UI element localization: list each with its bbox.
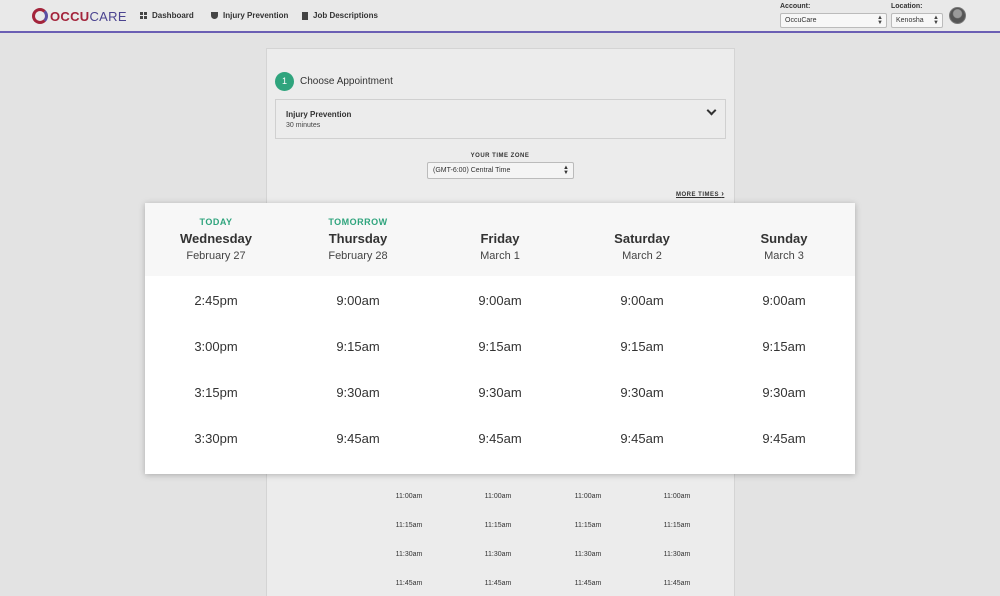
account-value: OccuCare <box>785 17 817 24</box>
chevron-down-icon <box>706 105 717 116</box>
step-number-badge: 1 <box>275 72 294 91</box>
time-slot[interactable]: 11:00am <box>379 493 439 500</box>
time-slot[interactable]: 11:30am <box>647 551 707 558</box>
dashboard-icon <box>140 12 147 19</box>
time-slot[interactable]: 9:15am <box>713 339 855 354</box>
time-slot[interactable]: 11:45am <box>379 580 439 587</box>
day-date: March 1 <box>480 250 520 262</box>
time-slot[interactable]: 9:45am <box>429 431 571 446</box>
logo-suffix: CARE <box>89 8 127 24</box>
time-slot[interactable]: 9:45am <box>571 431 713 446</box>
nav-job-descriptions[interactable]: Job Descriptions <box>302 11 378 20</box>
nav-injury-prevention[interactable]: Injury Prevention <box>211 11 288 20</box>
select-arrows-icon: ▲ ▼ <box>933 15 939 26</box>
time-slot[interactable]: 11:45am <box>647 580 707 587</box>
time-slot[interactable]: 9:15am <box>571 339 713 354</box>
logo-mark-icon <box>32 8 48 24</box>
document-icon <box>302 11 308 20</box>
nav-dashboard[interactable]: Dashboard <box>140 11 194 20</box>
location-value: Kenosha <box>896 17 924 24</box>
time-slot[interactable]: 11:00am <box>558 493 618 500</box>
select-arrows-icon: ▲ ▼ <box>877 15 883 26</box>
time-slot[interactable]: 11:15am <box>379 522 439 529</box>
day-date: February 28 <box>328 250 388 262</box>
day-name: Friday <box>480 231 520 246</box>
time-slot[interactable]: 9:15am <box>287 339 429 354</box>
account-select[interactable]: OccuCare ▲ ▼ <box>780 13 887 28</box>
location-select[interactable]: Kenosha ▲ ▼ <box>891 13 943 28</box>
day-name: Wednesday <box>179 231 252 246</box>
day-name: Thursday <box>328 231 388 246</box>
day-badge: TOMORROW <box>328 217 388 227</box>
timezone-select[interactable]: (GMT-6:00) Central Time ▲ ▼ <box>427 162 574 179</box>
time-slot[interactable]: 9:30am <box>713 385 855 400</box>
day-date: March 2 <box>622 250 662 262</box>
appointment-type-dropdown[interactable]: Injury Prevention 30 minutes <box>275 99 726 139</box>
nav-injury-prevention-label: Injury Prevention <box>223 11 289 20</box>
time-slot[interactable]: 9:45am <box>287 431 429 446</box>
time-slot[interactable]: 11:30am <box>558 551 618 558</box>
location-label: Location: <box>891 3 923 10</box>
time-slot[interactable]: 9:15am <box>429 339 571 354</box>
appointment-name: Injury Prevention <box>286 110 352 119</box>
more-times-link[interactable]: MORE TIMES › <box>676 189 724 198</box>
day-name: Sunday <box>760 231 808 246</box>
time-slot[interactable]: 11:45am <box>468 580 528 587</box>
day-name: Saturday <box>614 231 670 246</box>
day-date: February 27 <box>186 250 246 262</box>
time-slot[interactable]: 9:00am <box>287 293 429 308</box>
step-title: Choose Appointment <box>300 76 393 87</box>
time-slot[interactable]: 3:00pm <box>145 339 287 354</box>
day-badge: TODAY <box>199 217 233 227</box>
occucare-logo[interactable]: OCCUCARE <box>32 8 127 24</box>
time-slot[interactable]: 11:15am <box>558 522 618 529</box>
time-slot[interactable]: 9:00am <box>571 293 713 308</box>
time-slot[interactable]: 9:00am <box>429 293 571 308</box>
shield-icon <box>211 12 218 19</box>
time-slot[interactable]: 11:30am <box>468 551 528 558</box>
timezone-label: YOUR TIME ZONE <box>470 153 530 159</box>
more-times-label: MORE TIMES <box>676 192 720 198</box>
time-slot[interactable]: 9:30am <box>571 385 713 400</box>
top-nav-bar: OCCUCARE Dashboard Injury Prevention Job… <box>0 0 1000 33</box>
appointment-times-panel: TODAY Wednesday February 27 2:45pm 3:00pm 3:1… <box>145 203 855 474</box>
time-slot[interactable]: 9:30am <box>287 385 429 400</box>
time-slot[interactable]: 2:45pm <box>145 293 287 308</box>
time-slot[interactable]: 11:30am <box>379 551 439 558</box>
time-slot[interactable]: 11:00am <box>647 493 707 500</box>
time-slot[interactable]: 3:30pm <box>145 431 287 446</box>
time-slot[interactable]: 11:45am <box>558 580 618 587</box>
time-slot[interactable]: 9:45am <box>713 431 855 446</box>
nav-dashboard-label: Dashboard <box>152 11 194 20</box>
logo-prefix: OCCU <box>50 8 90 24</box>
account-label: Account: <box>780 3 811 10</box>
chevron-right-icon: › <box>721 189 725 198</box>
nav-job-descriptions-label: Job Descriptions <box>313 11 378 20</box>
time-slot[interactable]: 11:15am <box>647 522 707 529</box>
select-arrows-icon: ▲ ▼ <box>563 165 569 176</box>
time-slot[interactable]: 9:30am <box>429 385 571 400</box>
time-slot[interactable]: 11:00am <box>468 493 528 500</box>
appointment-duration: 30 minutes <box>286 122 321 129</box>
time-slot[interactable]: 9:00am <box>713 293 855 308</box>
time-slot[interactable]: 3:15pm <box>145 385 287 400</box>
user-avatar[interactable] <box>949 7 966 24</box>
timezone-value: (GMT-6:00) Central Time <box>433 167 511 174</box>
time-slot[interactable]: 11:15am <box>468 522 528 529</box>
day-date: March 3 <box>764 250 804 262</box>
